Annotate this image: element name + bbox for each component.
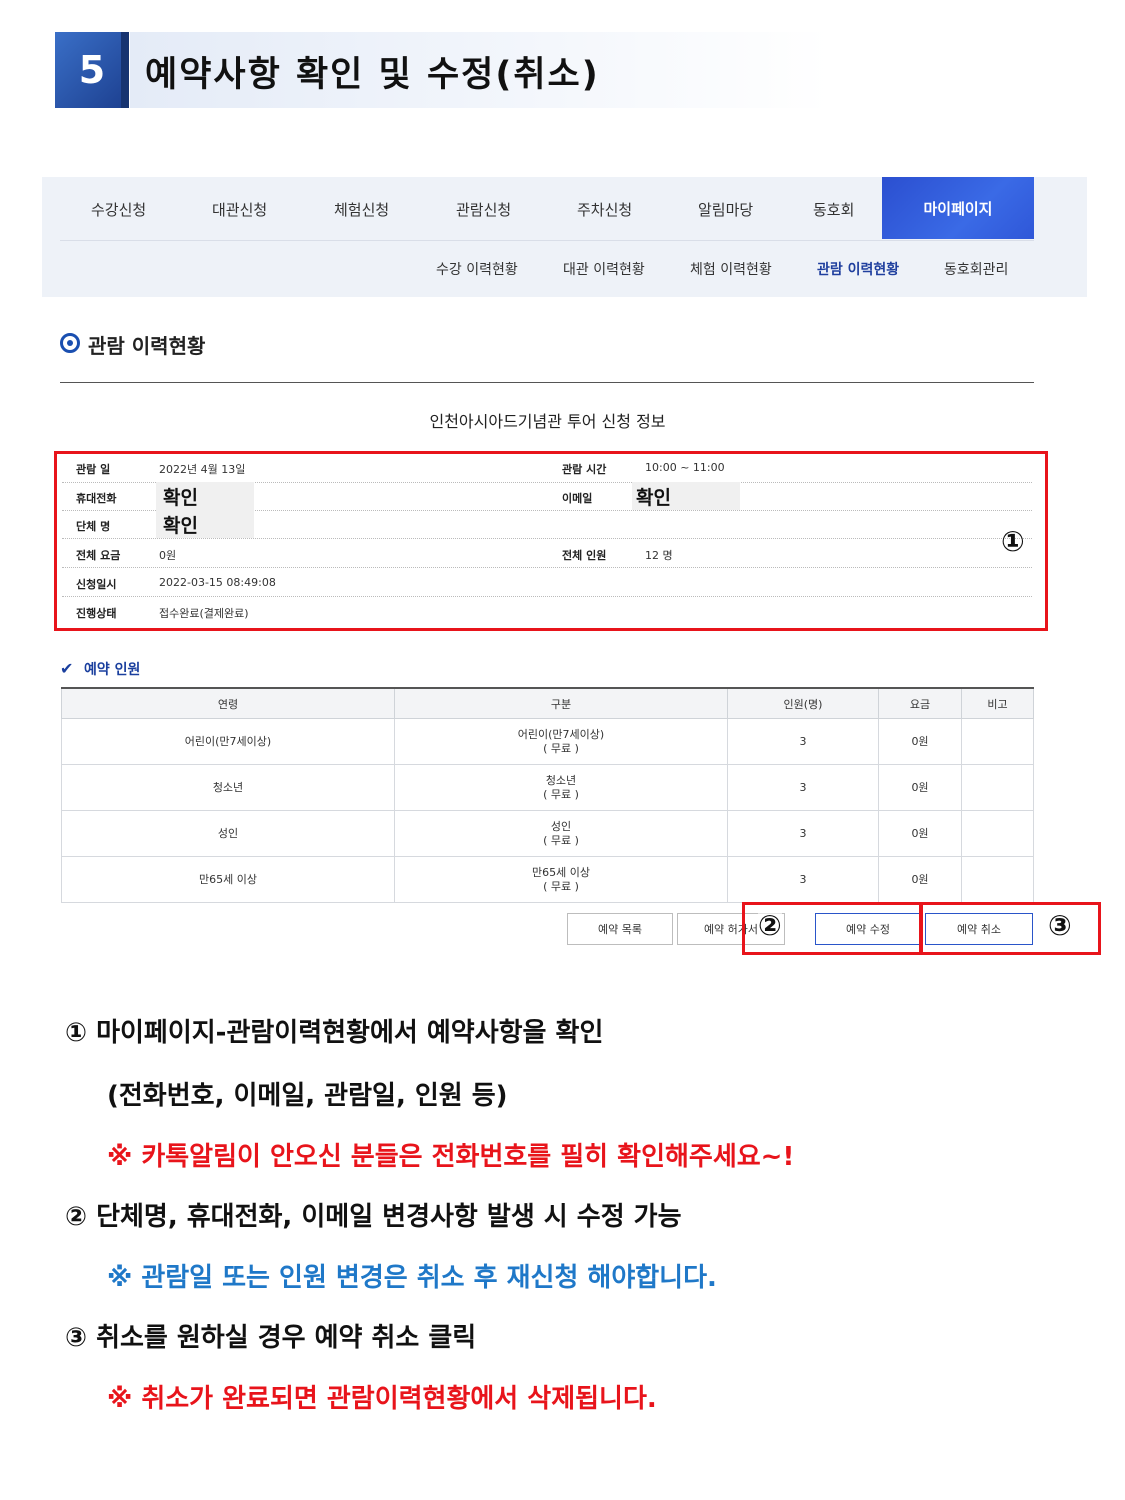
count-cell: 3 [727,764,879,811]
table-row: 만65세 이상 만65세 이상( 무료 ) 3 0원 [61,856,1034,903]
col-type: 구분 [394,687,728,719]
nav-item-club[interactable]: 동호회 [813,199,854,220]
sub-nav-course-history[interactable]: 수강 이력현황 [436,259,518,279]
type-name: 어린이(만7세이상) [517,727,605,741]
instruction-2: ② 단체명, 휴대전화, 이메일 변경사항 발생 시 수정 가능 [65,1202,682,1232]
reservation-list-button[interactable]: 예약 목록 [567,913,673,945]
nav-item-mypage[interactable]: 마이페이지 [882,177,1034,239]
section-divider [60,382,1034,383]
table-row: 청소년 청소년( 무료 ) 3 0원 [61,764,1034,811]
instruction-1-note: ※ 카톡알림이 안오신 분들은 전화번호를 필히 확인해주세요~! [107,1142,795,1172]
chevron-down-icon: ✔ [60,659,74,678]
age-cell: 성인 [61,810,395,857]
nav-item-rental[interactable]: 대관신청 [212,199,267,220]
type-name: 성인 [550,819,572,833]
fee-cell: 0원 [878,856,962,903]
col-count: 인원(명) [727,687,879,719]
marker-1: ① [1001,525,1025,558]
type-cell: 어린이(만7세이상)( 무료 ) [394,718,728,765]
type-name: 만65세 이상 [532,865,590,879]
nav-item-experience[interactable]: 체험신청 [334,199,389,220]
type-name: 청소년 [545,773,577,787]
nav-item-parking[interactable]: 주차신청 [577,199,632,220]
count-cell: 3 [727,718,879,765]
type-free: ( 무료 ) [543,879,579,893]
marker-2: ② [758,909,782,942]
nav-item-notice[interactable]: 알림마당 [698,199,753,220]
col-note: 비고 [961,687,1034,719]
highlight-box-3 [920,902,1101,955]
type-cell: 청소년( 무료 ) [394,764,728,811]
type-cell: 성인( 무료 ) [394,810,728,857]
section-bullet-icon [60,333,80,353]
sub-nav-club-manage[interactable]: 동호회관리 [944,259,1008,279]
fee-cell: 0원 [878,718,962,765]
count-cell: 3 [727,810,879,857]
type-cell: 만65세 이상( 무료 ) [394,856,728,903]
note-cell [961,856,1034,903]
nav-item-tour[interactable]: 관람신청 [456,199,511,220]
note-cell [961,718,1034,765]
fee-cell: 0원 [878,764,962,811]
count-cell: 3 [727,856,879,903]
instruction-3: ③ 취소를 원하실 경우 예약 취소 클릭 [65,1323,477,1353]
table-row: 어린이(만7세이상) 어린이(만7세이상)( 무료 ) 3 0원 [61,718,1034,765]
sub-nav-tour-history[interactable]: 관람 이력현황 [817,259,899,279]
table-row: 성인 성인( 무료 ) 3 0원 [61,810,1034,857]
people-table: 연령 구분 인원(명) 요금 비고 어린이(만7세이상) 어린이(만7세이상)(… [61,687,1034,903]
section-title: 관람 이력현황 [88,334,206,358]
tour-info-title: 인천아시아드기념관 투어 신청 정보 [429,412,666,431]
age-cell: 청소년 [61,764,395,811]
instruction-1: ① 마이페이지-관람이력현황에서 예약사항을 확인 [65,1018,604,1048]
people-section-title: 예약 인원 [84,662,141,678]
nav-item-course[interactable]: 수강신청 [91,199,146,220]
col-fee: 요금 [878,687,962,719]
fee-cell: 0원 [878,810,962,857]
step-number: 5 [55,32,129,108]
note-cell [961,764,1034,811]
type-free: ( 무료 ) [543,833,579,847]
note-cell [961,810,1034,857]
instruction-1-detail: (전화번호, 이메일, 관람일, 인원 등) [107,1081,508,1111]
table-header-row: 연령 구분 인원(명) 요금 비고 [61,687,1034,719]
type-free: ( 무료 ) [543,787,579,801]
instruction-3-note: ※ 취소가 완료되면 관람이력현황에서 삭제됩니다. [107,1384,657,1414]
sub-nav-rental-history[interactable]: 대관 이력현황 [563,259,645,279]
sub-nav-experience-history[interactable]: 체험 이력현황 [690,259,772,279]
age-cell: 어린이(만7세이상) [61,718,395,765]
instruction-2-note: ※ 관람일 또는 인원 변경은 취소 후 재신청 해야합니다. [107,1263,717,1293]
age-cell: 만65세 이상 [61,856,395,903]
highlight-box-1 [54,451,1048,631]
marker-3: ③ [1048,909,1072,942]
step-title: 예약사항 확인 및 수정(취소) [145,55,600,95]
type-free: ( 무료 ) [543,741,579,755]
col-age: 연령 [61,687,395,719]
